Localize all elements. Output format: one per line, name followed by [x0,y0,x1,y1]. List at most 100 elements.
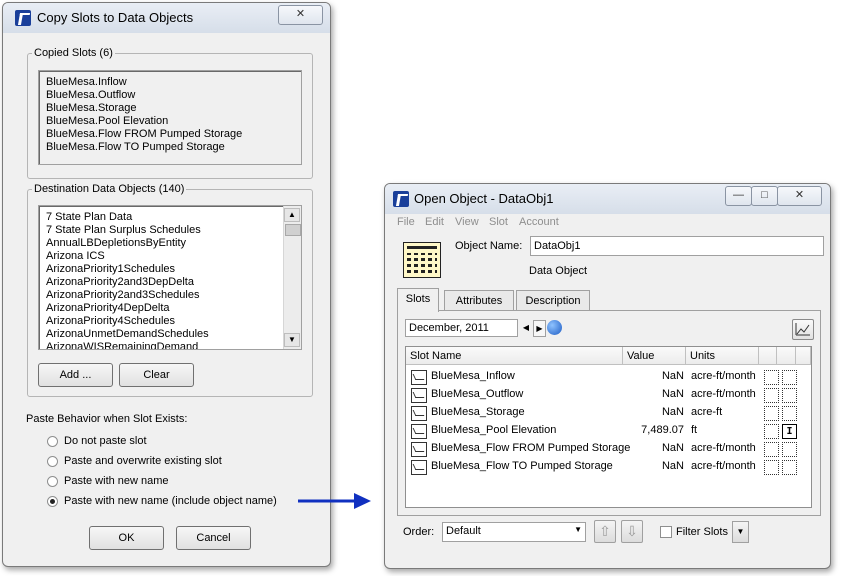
radio-overwrite[interactable] [47,456,58,467]
slot-units: acre-ft/month [691,388,756,400]
list-item: BlueMesa.Flow TO Pumped Storage [46,141,225,153]
clear-button[interactable]: Clear [119,363,194,387]
list-item[interactable]: ArizonaPriority4Schedules [46,315,175,327]
vertical-scrollbar[interactable]: ▲ ▼ [283,206,301,349]
move-up-icon[interactable]: ⇧ [594,520,616,543]
flag-bracket-icon[interactable] [764,424,779,439]
open-object-titlebar: Open Object - DataObj1 — □ ✕ [385,184,830,214]
open-object-title: Open Object - DataObj1 [414,191,554,206]
slot-name: BlueMesa_Pool Elevation [431,424,557,436]
filter-dropdown-button[interactable]: ▼ [732,521,749,543]
cancel-button[interactable]: Cancel [176,526,251,550]
table-row[interactable]: BlueMesa_Storage NaN acre-ft [409,405,811,423]
radio-do-not-paste[interactable] [47,436,58,447]
tab-description[interactable]: Description [516,290,590,311]
table-row[interactable]: BlueMesa_Flow TO Pumped Storage NaN acre… [409,459,811,477]
list-item[interactable]: ArizonaPriority2and3DepDelta [46,276,194,288]
menu-file[interactable]: File [397,216,415,228]
plot-icon[interactable] [792,319,814,340]
flag-bracket-icon[interactable] [764,460,779,475]
flag-bracket-icon[interactable] [764,388,779,403]
arrow-right-icon [298,493,371,509]
globe-icon[interactable] [547,320,562,335]
date-prev-icon[interactable]: ◀ [521,320,531,335]
slot-name: BlueMesa_Storage [431,406,525,418]
menu-account[interactable]: Account [519,216,559,228]
radio-new-name[interactable] [47,476,58,487]
filter-slots-checkbox[interactable] [660,526,672,538]
list-item: BlueMesa.Outflow [46,89,136,101]
menu-slot[interactable]: Slot [489,216,508,228]
radio-label: Do not paste slot [64,435,147,447]
column-header-flag-1[interactable] [759,347,777,365]
flag-bracket-icon[interactable] [764,370,779,385]
list-item[interactable]: ArizonaPriority1Schedules [46,263,175,275]
column-header-value[interactable]: Value [623,347,686,365]
flag-io-icon[interactable] [782,406,797,421]
slot-units: acre-ft/month [691,442,756,454]
list-item[interactable]: 7 State Plan Data [46,211,132,223]
tab-panel: December, 2011 ◀ ▶ Slot Name Value Units… [397,310,821,516]
table-row[interactable]: BlueMesa_Pool Elevation 7,489.07 ft I [409,423,811,441]
series-slot-icon [411,442,427,457]
list-item[interactable]: Arizona ICS [46,250,105,262]
copy-dialog-title: Copy Slots to Data Objects [37,10,194,25]
slot-name: BlueMesa_Flow FROM Pumped Storage [431,442,631,454]
close-icon[interactable]: ✕ [777,186,822,206]
slot-value: NaN [661,460,684,472]
object-name-field[interactable] [530,236,824,256]
radio-new-name-include-object[interactable] [47,496,58,507]
slot-units: acre-ft/month [691,370,756,382]
flag-io-icon[interactable] [782,460,797,475]
minimize-icon[interactable]: — [725,186,752,206]
date-next-icon[interactable]: ▶ [533,320,546,337]
scroll-up-icon[interactable]: ▲ [284,208,300,222]
flag-io-icon[interactable] [782,388,797,403]
slot-name: BlueMesa_Flow TO Pumped Storage [431,460,613,472]
order-select[interactable]: Default ▼ [442,522,586,542]
copy-slots-dialog: Copy Slots to Data Objects ✕ Copied Slot… [2,2,331,567]
add-button[interactable]: Add ... [38,363,113,387]
slot-name: BlueMesa_Outflow [431,388,524,400]
ok-button[interactable]: OK [89,526,164,550]
maximize-icon[interactable]: □ [751,186,778,206]
tab-slots[interactable]: Slots [397,288,439,312]
object-type-label: Data Object [529,265,588,277]
slot-value: 7,489.07 [641,424,684,436]
menu-edit[interactable]: Edit [425,216,444,228]
flag-io-icon[interactable] [782,442,797,457]
scroll-down-icon[interactable]: ▼ [284,333,300,347]
list-item[interactable]: ArizonaUnmetDemandSchedules [46,328,209,340]
scroll-thumb[interactable] [285,224,301,236]
table-row[interactable]: BlueMesa_Outflow NaN acre-ft/month [409,387,811,405]
column-header-slot-name[interactable]: Slot Name [406,347,623,365]
tab-attributes[interactable]: Attributes [444,290,514,311]
slot-name: BlueMesa_Inflow [431,370,515,382]
table-row[interactable]: BlueMesa_Inflow NaN acre-ft/month [409,369,811,387]
list-item[interactable]: ArizonaWISRemainingDemand [46,341,198,349]
copy-dialog-titlebar: Copy Slots to Data Objects ✕ [3,3,330,33]
destination-objects-list[interactable]: 7 State Plan Data 7 State Plan Surplus S… [38,205,302,350]
list-item[interactable]: ArizonaPriority4DepDelta [46,302,170,314]
menu-view[interactable]: View [455,216,479,228]
slot-value: NaN [661,442,684,454]
column-header-units[interactable]: Units [686,347,759,365]
list-item[interactable]: AnnualLBDepletionsByEntity [46,237,186,249]
flag-bracket-icon[interactable] [764,442,779,457]
flag-io-icon[interactable] [782,370,797,385]
object-name-label: Object Name: [455,240,523,252]
move-down-icon[interactable]: ⇩ [621,520,643,543]
table-row[interactable]: BlueMesa_Flow FROM Pumped Storage NaN ac… [409,441,811,459]
list-item: BlueMesa.Storage [46,102,137,114]
date-field[interactable]: December, 2011 [405,319,518,337]
copied-slots-list[interactable]: BlueMesa.Inflow BlueMesa.Outflow BlueMes… [38,70,302,165]
flag-bracket-icon[interactable] [764,406,779,421]
list-item[interactable]: 7 State Plan Surplus Schedules [46,224,201,236]
radio-label: Paste with new name (include object name… [64,495,277,507]
column-header-flag-2[interactable] [777,347,796,365]
close-icon[interactable]: ✕ [278,5,323,25]
radio-label: Paste and overwrite existing slot [64,455,222,467]
list-item[interactable]: ArizonaPriority2and3Schedules [46,289,199,301]
flag-input-icon[interactable]: I [782,424,797,439]
data-object-icon [403,242,441,278]
